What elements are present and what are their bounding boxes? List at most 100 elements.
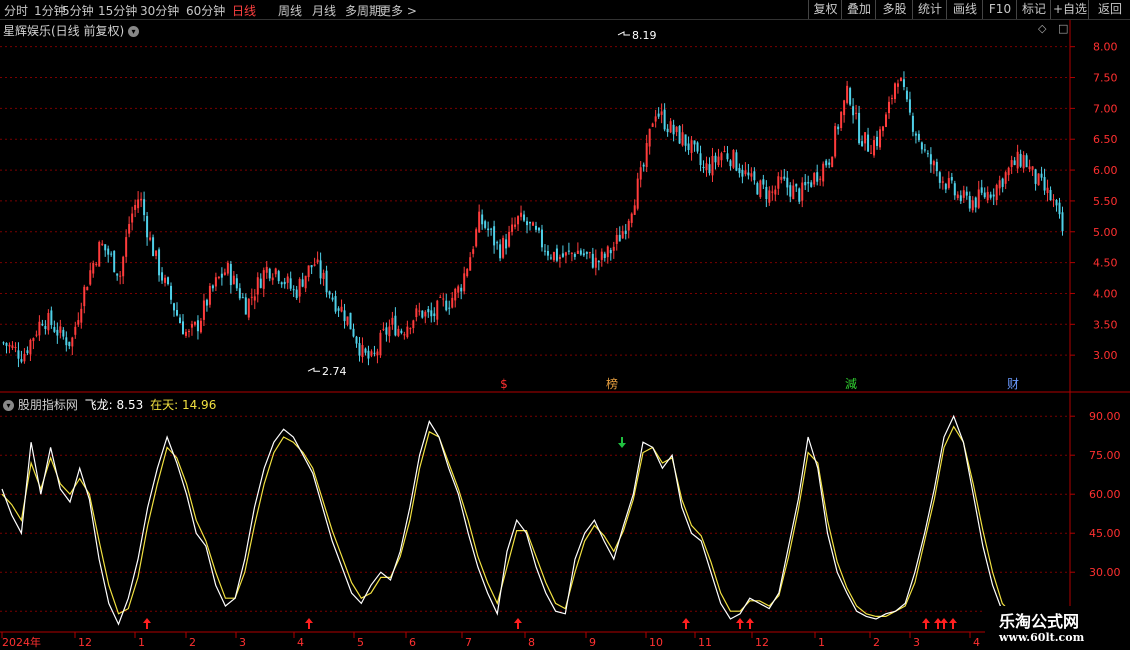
toolbar-button-0[interactable]: 复权 bbox=[808, 0, 842, 19]
toolbar-button-2[interactable]: 多股 bbox=[875, 0, 913, 19]
candle-body bbox=[190, 324, 193, 328]
candle-body bbox=[633, 205, 636, 215]
period-tab-0[interactable]: 分时 bbox=[4, 2, 28, 19]
candle-body bbox=[176, 310, 179, 316]
period-tab-5[interactable]: 60分钟 bbox=[186, 2, 225, 19]
candle-body bbox=[687, 143, 690, 151]
candle-body bbox=[502, 237, 505, 258]
toolbar-button-5[interactable]: F10 bbox=[982, 0, 1017, 19]
candle-body bbox=[852, 106, 855, 116]
series2-value: 14.96 bbox=[181, 398, 217, 412]
period-tab-9[interactable]: 多周期 bbox=[345, 2, 381, 19]
candle-body bbox=[68, 341, 71, 347]
time-axis-label: 11 bbox=[698, 636, 712, 649]
candle-body bbox=[669, 121, 672, 133]
candle-body bbox=[418, 310, 421, 312]
candle-body bbox=[741, 169, 744, 177]
period-tab-4[interactable]: 30分钟 bbox=[140, 2, 179, 19]
candle-body bbox=[337, 308, 340, 311]
toolbar-button-1[interactable]: 叠加 bbox=[841, 0, 876, 19]
period-tab-7[interactable]: 周线 bbox=[278, 2, 302, 19]
candle-body bbox=[902, 79, 905, 87]
candle-body bbox=[926, 153, 929, 155]
buy-arrow-icon bbox=[949, 618, 957, 629]
candle-body bbox=[1010, 160, 1013, 168]
panel-controls: ◇ □ bbox=[1038, 22, 1068, 35]
period-tab-1[interactable]: 1分钟 bbox=[34, 2, 66, 19]
candle-body bbox=[885, 114, 888, 127]
candle-body bbox=[152, 237, 155, 257]
candle-body bbox=[466, 268, 469, 277]
toolbar-button-6[interactable]: 标记 bbox=[1016, 0, 1051, 19]
candle-body bbox=[457, 286, 460, 293]
toolbar-button-7[interactable]: +自选 bbox=[1050, 0, 1089, 19]
candle-body bbox=[935, 161, 938, 172]
candle-body bbox=[938, 172, 941, 183]
candle-body bbox=[747, 172, 750, 176]
candle-body bbox=[855, 112, 858, 114]
period-tab-10[interactable]: 更多 > bbox=[379, 2, 417, 19]
candle-body bbox=[941, 181, 944, 183]
candle-body bbox=[552, 251, 555, 261]
candle-body bbox=[594, 257, 597, 268]
period-tab-6[interactable]: 日线 bbox=[232, 2, 256, 19]
candle-body bbox=[146, 216, 149, 238]
candle-body bbox=[537, 227, 540, 231]
candle-body bbox=[753, 171, 756, 181]
candle-body bbox=[792, 185, 795, 200]
candle-body bbox=[229, 263, 232, 286]
high-marker bbox=[617, 31, 630, 36]
candle-body bbox=[1028, 166, 1031, 170]
candle-body bbox=[950, 177, 953, 181]
candle-body bbox=[789, 185, 792, 197]
candle-body bbox=[561, 253, 564, 257]
candle-body bbox=[373, 352, 376, 354]
candle-body bbox=[382, 328, 385, 330]
diamond-icon[interactable]: ◇ bbox=[1038, 22, 1046, 35]
price-tick-label: 8.00 bbox=[1093, 41, 1118, 54]
period-tab-3[interactable]: 15分钟 bbox=[98, 2, 137, 19]
candle-body bbox=[298, 278, 301, 297]
watermark: 乐淘公式网 www.60lt.com bbox=[985, 606, 1130, 650]
candle-body bbox=[310, 265, 313, 268]
candle-body bbox=[639, 167, 642, 180]
candle-body bbox=[534, 225, 537, 230]
candle-body bbox=[777, 176, 780, 189]
candle-body bbox=[202, 300, 205, 320]
candle-body bbox=[558, 256, 561, 260]
candle-body bbox=[1001, 178, 1004, 187]
period-tab-2[interactable]: 5分钟 bbox=[62, 2, 94, 19]
candle-body bbox=[385, 327, 388, 335]
expand-icon[interactable]: □ bbox=[1058, 22, 1068, 35]
candle-body bbox=[128, 224, 131, 234]
period-tab-8[interactable]: 月线 bbox=[312, 2, 336, 19]
candle-body bbox=[292, 289, 295, 291]
candle-body bbox=[1013, 160, 1016, 166]
candle-body bbox=[32, 338, 35, 342]
toolbar-button-4[interactable]: 画线 bbox=[946, 0, 983, 19]
candle-body bbox=[759, 180, 762, 198]
candle-body bbox=[478, 211, 481, 233]
event-marker-3: 财 bbox=[1007, 377, 1019, 391]
candle-body bbox=[38, 321, 41, 336]
toolbar-button-8[interactable]: 返回 bbox=[1088, 0, 1130, 19]
candle-body bbox=[711, 156, 714, 176]
candle-body bbox=[944, 183, 947, 190]
candle-body bbox=[86, 286, 89, 291]
candle-body bbox=[780, 176, 783, 180]
candle-body bbox=[397, 328, 400, 336]
candle-body bbox=[391, 317, 394, 325]
candle-body bbox=[618, 234, 621, 242]
chevron-down-icon[interactable]: ▾ bbox=[128, 26, 140, 37]
candle-body bbox=[400, 330, 403, 333]
toolbar-button-3[interactable]: 统计 bbox=[912, 0, 947, 19]
time-axis-label: 1 bbox=[818, 636, 825, 649]
candle-body bbox=[914, 133, 917, 136]
candle-body bbox=[2, 342, 5, 344]
candle-body bbox=[555, 248, 558, 261]
candle-body bbox=[26, 350, 29, 354]
candle-body bbox=[370, 351, 373, 356]
candle-body bbox=[573, 254, 576, 257]
chevron-down-icon[interactable]: ▾ bbox=[3, 400, 14, 411]
event-marker-0: $ bbox=[500, 377, 508, 391]
